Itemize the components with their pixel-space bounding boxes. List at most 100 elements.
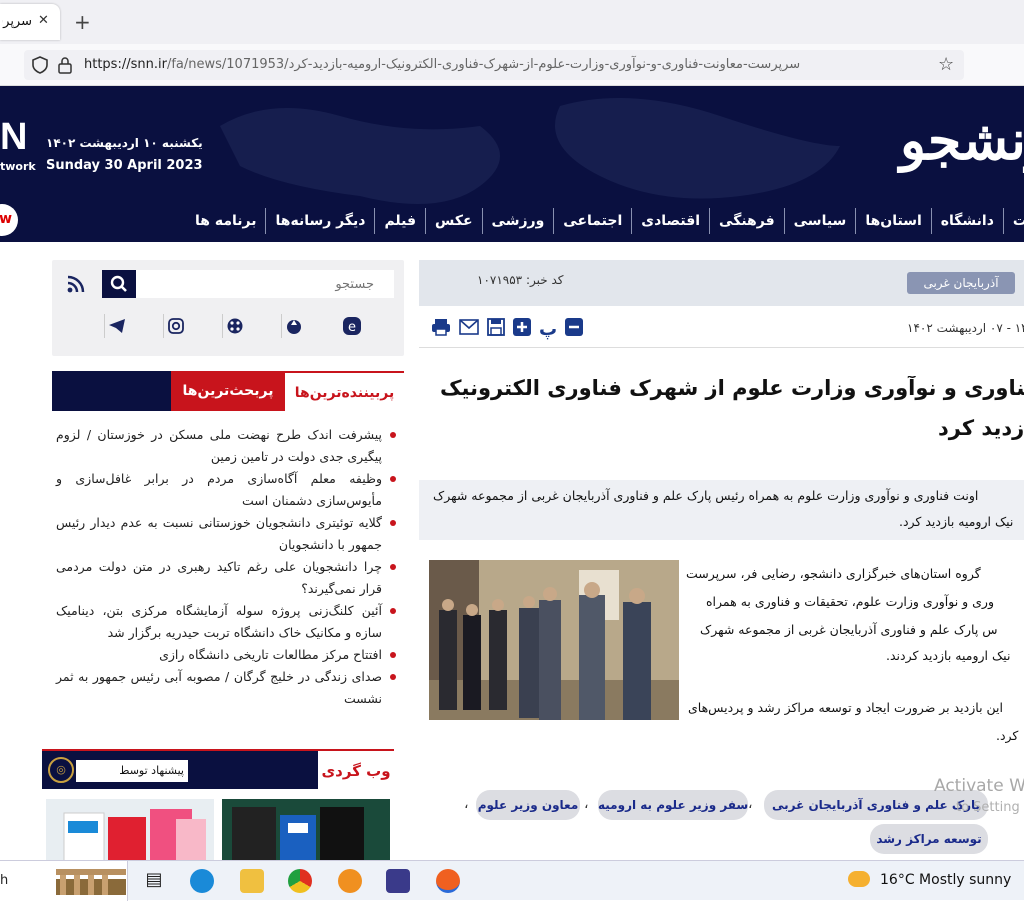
nav-item-university[interactable]: دانشگاه bbox=[930, 208, 1003, 234]
nav-item-economic[interactable]: اقتصادی bbox=[631, 208, 709, 234]
sponsor-logo[interactable]: ◎ bbox=[48, 757, 74, 783]
nav-item[interactable]: ت bbox=[1002, 208, 1024, 234]
windows-activate-sub: to Setting bbox=[956, 800, 1020, 815]
address-bar[interactable]: https://snn.ir/fa/news/1071953/سرپرست-مع… bbox=[24, 50, 964, 80]
chrome-icon[interactable] bbox=[288, 869, 312, 893]
search-button[interactable] bbox=[102, 270, 136, 298]
body-line: این بازدید بر ضرورت ایجاد و توسعه مراکز … bbox=[688, 700, 1003, 715]
body-line: نیک ارومیه بازدید کردند. bbox=[886, 648, 1011, 663]
suggested-by-label: پیشنهاد توسط bbox=[76, 760, 188, 782]
browser-tab[interactable]: سرپرست ✕ bbox=[0, 4, 60, 40]
address-bar-row: https://snn.ir/fa/news/1071953/سرپرست-مع… bbox=[0, 44, 1024, 86]
font-decrease-icon[interactable] bbox=[565, 318, 584, 340]
weather-text[interactable]: 16°C Mostly sunny bbox=[880, 872, 1011, 888]
list-item[interactable]: گلایه توئیتری دانشجویان خوزستانی نسبت به… bbox=[56, 512, 396, 556]
font-label-icon: پ bbox=[539, 318, 558, 340]
list-item[interactable]: وظیفه معلم آگاه‌سازی مردم در برابر غافل‌… bbox=[56, 468, 396, 512]
list-item[interactable]: پیشرفت اندک طرح نهضت ملی مسکن در خوزستان… bbox=[56, 424, 396, 468]
new-tab-icon[interactable]: + bbox=[74, 10, 91, 34]
article-tags: پارک علم و فناوری آذربایجان غربی ، سفر و… bbox=[460, 790, 1024, 860]
tab-most-viewed[interactable]: پربیننده‌ترین‌ها bbox=[285, 371, 404, 411]
lead-line-1: اونت فناوری و نوآوری وزارت علوم به همراه… bbox=[433, 488, 979, 503]
nav-item-political[interactable]: سیاسی bbox=[783, 208, 856, 234]
main-nav: ت دانشگاه استان‌ها سیاسی فرهنگی اقتصادی … bbox=[186, 208, 1024, 234]
headline-line-1: ت معاونت فناوری و نوآوری وزارت علوم از ش… bbox=[440, 376, 1024, 400]
site-header: N twork یکشنبه ۱۰ اردیبهشت ۱۴۰۲ Sunday 3… bbox=[0, 86, 1024, 242]
nav-item-cultural[interactable]: فرهنگی bbox=[709, 208, 784, 234]
nav-item-photo[interactable]: عکس bbox=[425, 208, 482, 234]
lead-line-2: نیک ارومیه بازدید کرد. bbox=[899, 514, 1014, 529]
province-badge[interactable]: آذربایجان غربی bbox=[907, 272, 1015, 294]
url-text: https://snn.ir/fa/news/1071953/سرپرست-مع… bbox=[84, 57, 800, 72]
task-view-icon[interactable]: ▤ bbox=[142, 869, 166, 893]
firefox-icon[interactable] bbox=[436, 869, 460, 893]
bookmark-star-icon[interactable]: ☆ bbox=[938, 54, 954, 75]
tab-title: سرپرست bbox=[2, 14, 32, 29]
world-map-background bbox=[220, 98, 840, 204]
date-english: Sunday 30 April 2023 bbox=[46, 158, 203, 173]
body-line: س پارک علم و فناوری آذربایجان غربی از مج… bbox=[700, 622, 998, 637]
save-icon[interactable] bbox=[487, 318, 505, 340]
main-nav-wrap: ت دانشگاه استان‌ها سیاسی فرهنگی اقتصادی … bbox=[0, 208, 1024, 234]
social-links: e bbox=[52, 314, 404, 350]
eitaa-icon[interactable]: e bbox=[340, 314, 364, 338]
officials-visit-image bbox=[429, 560, 679, 720]
windows-taskbar: h ▤ 16°C Mostly sunny bbox=[0, 860, 1024, 901]
site-logo[interactable]: رنشجو bbox=[900, 108, 1024, 172]
webgardi-title: وب گردی bbox=[318, 749, 394, 789]
popular-tabs: پربحث‌ترین‌ها پربیننده‌ترین‌ها bbox=[52, 371, 404, 411]
print-icon[interactable] bbox=[431, 318, 451, 340]
shopping-bags-image bbox=[63, 809, 206, 861]
weather-desc: Mostly sunny bbox=[919, 872, 1012, 888]
email-icon[interactable] bbox=[459, 319, 479, 339]
publish-date: ۱۴ - ۰۷ اردیبهشت ۱۴۰۲ bbox=[907, 321, 1024, 335]
telegram-icon[interactable] bbox=[104, 314, 128, 338]
nav-item-social[interactable]: اجتماعی bbox=[553, 208, 631, 234]
soroush-icon[interactable] bbox=[281, 314, 305, 338]
nav-item-other-media[interactable]: دیگر رسانه‌ها bbox=[265, 208, 374, 234]
search-input[interactable] bbox=[136, 270, 394, 298]
edge-icon[interactable] bbox=[190, 869, 214, 893]
app-icon[interactable] bbox=[386, 869, 410, 893]
font-increase-icon[interactable] bbox=[513, 318, 531, 340]
tag-separator: ، bbox=[584, 796, 589, 812]
instagram-icon[interactable] bbox=[163, 314, 187, 338]
headline-line-2: بازدید کرد bbox=[938, 416, 1024, 440]
nav-item-film[interactable]: فیلم bbox=[374, 208, 425, 234]
nav-item-provinces[interactable]: استان‌ها bbox=[855, 208, 930, 234]
rss-icon[interactable] bbox=[66, 274, 86, 294]
tab-most-discussed[interactable]: پربحث‌ترین‌ها bbox=[171, 371, 285, 411]
brand-sub: twork bbox=[0, 160, 36, 173]
lock-icon[interactable] bbox=[58, 56, 72, 74]
article-toolbar: پ ۱۴ - ۰۷ اردیبهشت ۱۴۰۲ bbox=[419, 312, 1024, 348]
search-icon bbox=[110, 275, 127, 292]
article-photo[interactable] bbox=[429, 560, 679, 720]
ad-image-bags-2[interactable] bbox=[222, 799, 390, 861]
popular-news-list: پیشرفت اندک طرح نهضت ملی مسکن در خوزستان… bbox=[56, 424, 396, 710]
list-item[interactable]: آئین کلنگ‌زنی پروژه سوله آزمایشگاه مرکزی… bbox=[56, 600, 396, 644]
close-icon[interactable]: ✕ bbox=[38, 13, 49, 28]
tag-item[interactable]: توسعه مراکز رشد bbox=[870, 824, 988, 854]
list-item[interactable]: افتتاح مرکز مطالعات تاریخی دانشگاه رازی bbox=[56, 644, 396, 666]
ie-icon[interactable] bbox=[338, 869, 362, 893]
list-item[interactable]: صدای زندگی در خلیج گرگان / مصوبه آبی رئی… bbox=[56, 666, 396, 710]
body-line: کرد. bbox=[996, 728, 1019, 743]
list-item[interactable]: چرا دانشجویان علی رغم تاکید رهبری در متن… bbox=[56, 556, 396, 600]
tag-separator: ، bbox=[748, 796, 753, 812]
url-path: /fa/news/1071953/سرپرست-معاونت-فناوری-و-… bbox=[166, 57, 801, 72]
file-explorer-icon[interactable] bbox=[240, 869, 264, 893]
article-body: گروه استان‌های خبرگزاری دانشجو، رضایی فر… bbox=[686, 560, 1024, 760]
shield-icon[interactable] bbox=[32, 56, 48, 74]
tag-item[interactable]: سفر وزیر علوم به ارومیه bbox=[598, 790, 748, 820]
tag-separator: ، bbox=[464, 796, 469, 812]
brand-mark[interactable]: N bbox=[0, 116, 27, 159]
aparat-icon[interactable] bbox=[222, 314, 246, 338]
nav-item-programs[interactable]: برنامه ها bbox=[186, 208, 265, 234]
svg-text:e: e bbox=[348, 320, 356, 335]
tag-item[interactable]: معاون وزیر علوم bbox=[476, 790, 580, 820]
weather-temp: 16°C bbox=[880, 872, 915, 888]
ad-image-bags[interactable] bbox=[46, 799, 214, 861]
nav-item-sports[interactable]: ورزشی bbox=[481, 208, 554, 234]
article-headline: ت معاونت فناوری و نوآوری وزارت علوم از ش… bbox=[430, 376, 1024, 456]
news-code: کد خبر: ۱۰۷۱۹۵۳ bbox=[477, 273, 564, 287]
